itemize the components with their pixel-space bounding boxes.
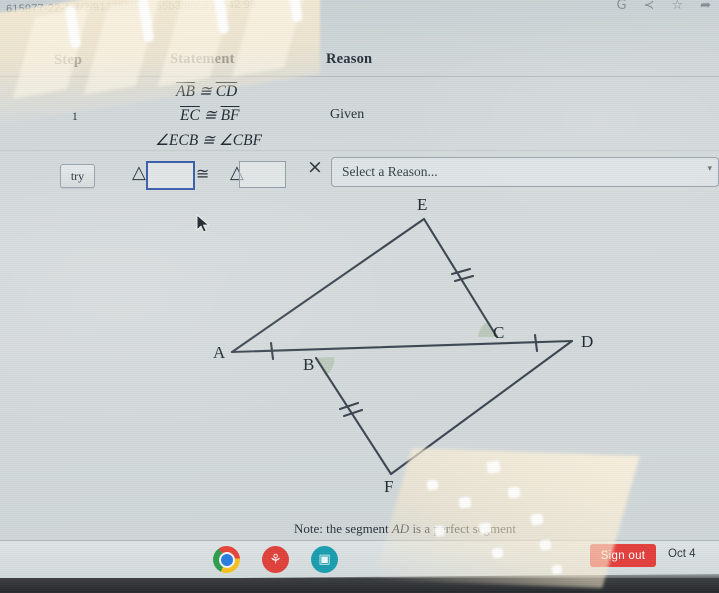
note-prefix: Note: the segment xyxy=(294,521,392,536)
vertex-label-E: E xyxy=(417,195,427,214)
reason-value-given: Given xyxy=(330,107,365,122)
statement-line-1: AB ≅ CD xyxy=(176,83,238,100)
congruent-symbol: ≅ xyxy=(196,164,210,183)
step-number: 1 xyxy=(72,111,78,123)
segment-AD xyxy=(230,339,574,354)
tick-AB xyxy=(269,341,275,361)
vertex-label-C: C xyxy=(493,323,504,342)
note-segment: AD xyxy=(391,521,410,536)
video-app-icon[interactable]: ▣ xyxy=(311,546,338,573)
shelf-clock[interactable]: Oct 4 xyxy=(668,548,695,560)
reason-select-placeholder: Select a Reason... xyxy=(342,164,438,179)
segment-AE xyxy=(230,217,426,354)
vertex-label-D: D xyxy=(581,332,593,351)
monitor-bezel xyxy=(0,578,719,593)
vertex-label-A: A xyxy=(213,343,226,362)
row-divider xyxy=(0,150,719,151)
chevron-down-icon: ▾ xyxy=(707,164,712,174)
note-suffix: is a perfect segment xyxy=(409,521,517,536)
browser-url-bar[interactable]: 615977-22-1 7/2/91325fd96c 55b3bf5581cb4… xyxy=(0,0,719,22)
video-glyph: ▣ xyxy=(318,552,331,567)
tick-CD xyxy=(533,333,539,353)
vertex-label-F: F xyxy=(384,477,393,496)
geometry-figure: A B C D E F xyxy=(0,190,719,510)
figure-note: Note: the segment AD is a perfect segmen… xyxy=(294,521,516,537)
sign-out-button[interactable]: Sign out xyxy=(590,544,656,567)
share-icon[interactable]: ≺ xyxy=(644,0,655,13)
segment-BF xyxy=(314,356,393,476)
segment-EC xyxy=(422,217,499,339)
shelf-app-icons: ⚘ ▣ xyxy=(213,546,338,573)
column-header-step: Step xyxy=(54,52,83,68)
bookmark-star-icon[interactable]: ☆ xyxy=(671,0,683,13)
paint-glyph: ⚘ xyxy=(269,551,282,568)
chrome-icon[interactable] xyxy=(213,546,240,573)
reason-select-dropdown[interactable]: Select a Reason... ▾ xyxy=(331,157,719,187)
header-divider xyxy=(0,76,719,77)
column-header-statement: Statement xyxy=(170,51,235,67)
paint-icon[interactable]: ⚘ xyxy=(262,546,289,573)
tick-EC-2 xyxy=(453,274,475,283)
browser-toolbar-icons: G ≺ ☆ ➦ xyxy=(616,0,711,13)
segment-FD xyxy=(389,339,574,476)
try-button[interactable]: try xyxy=(60,164,95,188)
statement-line-3: ∠ECB ≅ ∠CBF xyxy=(155,132,263,149)
mouse-cursor xyxy=(196,213,210,239)
triangle-input-left[interactable] xyxy=(146,161,195,190)
profile-g-icon[interactable]: G xyxy=(616,0,626,13)
vertex-label-B: B xyxy=(303,355,314,374)
statement-line-2: EC ≅ BF xyxy=(180,107,240,124)
triangle-input-right[interactable] xyxy=(239,161,286,188)
glare-bulb-b4 xyxy=(530,513,544,526)
column-header-reason: Reason xyxy=(326,51,373,67)
extensions-icon[interactable]: ➦ xyxy=(700,0,711,13)
screen-surface: 615977-22-1 7/2/91325fd96c 55b3bf5581cb4… xyxy=(0,0,719,593)
clear-icon[interactable]: × xyxy=(307,158,323,177)
url-text: 615977-22-1 7/2/91325fd96c 55b3bf5581cb4… xyxy=(5,0,257,16)
